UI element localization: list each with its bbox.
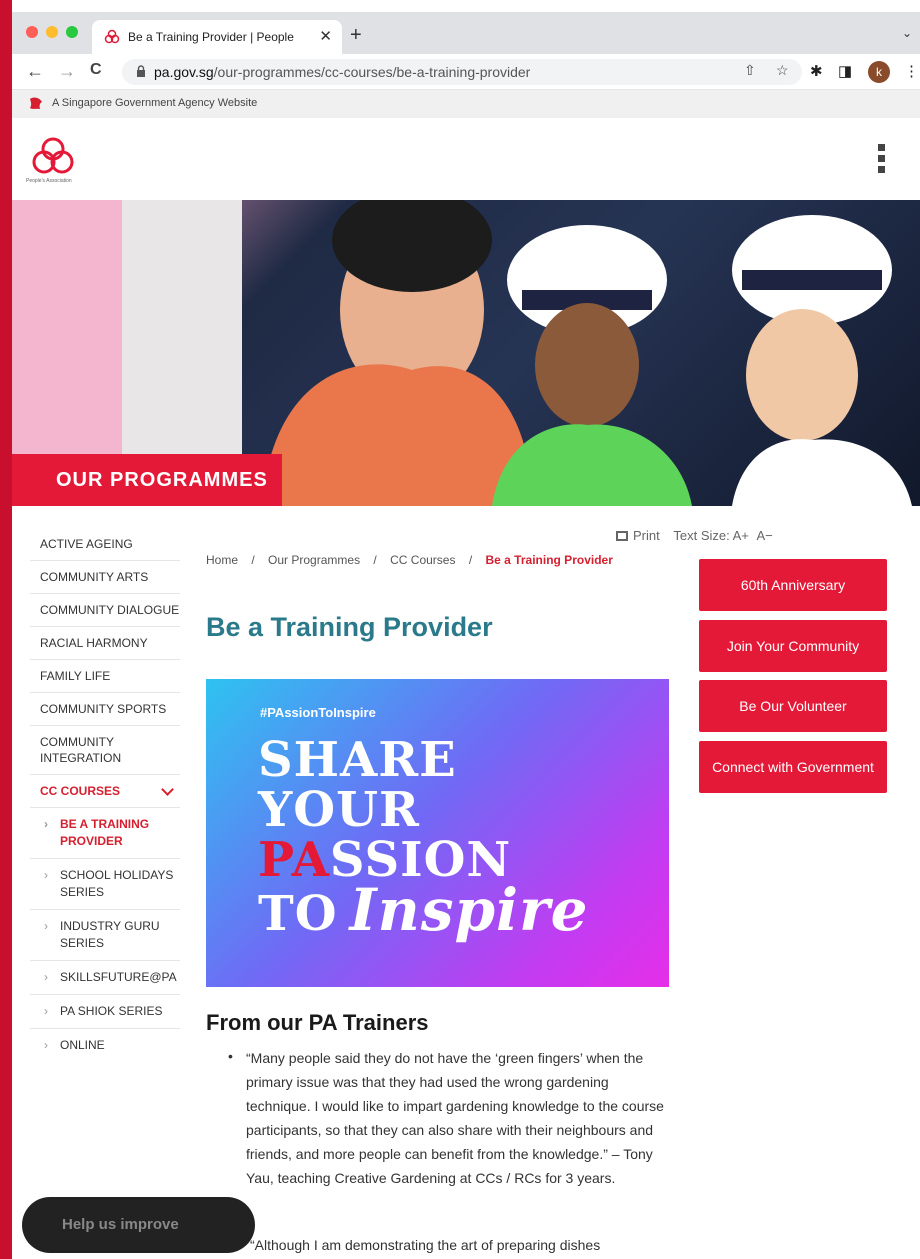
forward-button[interactable]: → bbox=[58, 61, 76, 82]
chevron-right-icon: › bbox=[44, 919, 48, 933]
breadcrumb: Home / Our Programmes / CC Courses / Be … bbox=[206, 553, 613, 567]
be-our-volunteer-button[interactable]: Be Our Volunteer bbox=[699, 680, 887, 732]
section-title: From our PA Trainers bbox=[206, 1010, 429, 1035]
breadcrumb-cc-courses[interactable]: CC Courses bbox=[390, 553, 455, 567]
new-tab-button[interactable]: + bbox=[350, 24, 362, 47]
hero-banner-label: OUR PROGRAMMES bbox=[12, 454, 282, 506]
singapore-lion-icon bbox=[30, 97, 42, 109]
kebab-menu-icon[interactable] bbox=[878, 144, 886, 178]
extensions-icon[interactable]: ✱ bbox=[810, 62, 823, 80]
sidebar-item-label: CC COURSES bbox=[40, 784, 121, 798]
promo-to: TO bbox=[258, 886, 338, 942]
help-us-improve-button[interactable]: Help us improve bbox=[22, 1197, 255, 1253]
sidebar-item-family-life[interactable]: FAMILY LIFE bbox=[30, 660, 180, 693]
chevron-right-icon: › bbox=[44, 1004, 48, 1018]
print-icon[interactable] bbox=[616, 531, 628, 541]
url-text: pa.gov.sg/our-programmes/cc-courses/be-a… bbox=[154, 64, 530, 80]
profile-avatar[interactable]: k bbox=[868, 61, 890, 83]
promo-pa-highlight: PA bbox=[258, 832, 330, 888]
sidebar-item-community-sports[interactable]: COMMUNITY SPORTS bbox=[30, 693, 180, 726]
chevron-right-icon: › bbox=[44, 970, 48, 984]
chevron-right-icon: › bbox=[44, 868, 48, 882]
reload-button[interactable]: C bbox=[90, 61, 102, 79]
sidebar-item-community-arts[interactable]: COMMUNITY ARTS bbox=[30, 561, 180, 594]
60th-anniversary-button[interactable]: 60th Anniversary bbox=[699, 559, 887, 611]
site-header: People's Association bbox=[12, 118, 920, 200]
trainer-quote-2: “Although I am demonstrating the art of … bbox=[250, 1237, 601, 1253]
promo-line-share: SHARE bbox=[258, 732, 457, 788]
breadcrumb-separator: / bbox=[373, 553, 377, 567]
chevron-down-icon[interactable] bbox=[161, 783, 174, 796]
print-link[interactable]: Print bbox=[633, 528, 660, 543]
logo-caption: People's Association bbox=[26, 178, 72, 184]
sidebar-subitem-label: BE A TRAINING PROVIDER bbox=[60, 817, 150, 848]
close-window-button[interactable] bbox=[26, 26, 38, 38]
pa-logo-icon[interactable] bbox=[30, 136, 76, 180]
chevron-right-icon: › bbox=[44, 1038, 48, 1052]
tab-close-icon[interactable]: ✕ bbox=[319, 27, 332, 45]
breadcrumb-separator: / bbox=[251, 553, 255, 567]
sidebar-subitem-label: PA SHIOK SERIES bbox=[60, 1004, 163, 1018]
trainer-quote: “Many people said they do not have the ‘… bbox=[246, 1050, 664, 1186]
sidebar-item-community-dialogue[interactable]: COMMUNITY DIALOGUE bbox=[30, 594, 180, 627]
sidebar-subitem-be-a-training-provider[interactable]: › BE A TRAINING PROVIDER bbox=[30, 808, 180, 859]
minimize-window-button[interactable] bbox=[46, 26, 58, 38]
chevron-right-icon: › bbox=[44, 817, 48, 831]
sidebar-subitem-label: INDUSTRY GURU SERIES bbox=[60, 919, 160, 950]
page-title: Be a Training Provider bbox=[206, 612, 493, 642]
gov-banner-text: A Singapore Government Agency Website bbox=[52, 97, 258, 109]
browser-toolbar: ← → C pa.gov.sg/our-programmes/cc-course… bbox=[12, 54, 920, 90]
tab-search-icon[interactable]: ⌄ bbox=[902, 26, 912, 40]
sidebar-subitem-label: SKILLSFUTURE@PA bbox=[60, 970, 177, 984]
text-size-increase-button[interactable]: A+ bbox=[733, 528, 749, 543]
maximize-window-button[interactable] bbox=[66, 26, 78, 38]
text-size-label: Text Size: bbox=[673, 528, 730, 543]
promo-hashtag: #PAssionToInspire bbox=[260, 705, 376, 720]
url-domain: pa.gov.sg bbox=[154, 64, 214, 80]
breadcrumb-home[interactable]: Home bbox=[206, 553, 238, 567]
browser-menu-icon[interactable]: ⋮ bbox=[904, 62, 919, 80]
sidebar-item-active-ageing[interactable]: ACTIVE AGEING bbox=[30, 528, 180, 561]
sidebar-subitem-pa-shiok[interactable]: › PA SHIOK SERIES bbox=[30, 995, 180, 1029]
sidebar-item-cc-courses[interactable]: CC COURSES bbox=[30, 775, 180, 808]
breadcrumb-current: Be a Training Provider bbox=[485, 553, 613, 567]
connect-with-government-button[interactable]: Connect with Government bbox=[699, 741, 887, 793]
tab-title: Be a Training Provider | People bbox=[128, 30, 294, 44]
pa-favicon-icon bbox=[104, 29, 120, 44]
side-panel-icon[interactable]: ◨ bbox=[838, 62, 852, 80]
breadcrumb-separator: / bbox=[468, 553, 473, 567]
lock-icon bbox=[137, 65, 145, 77]
promo-banner: #PAssionToInspire SHARE YOUR PASSION TO I… bbox=[206, 679, 669, 987]
url-path: /our-programmes/cc-courses/be-a-training… bbox=[213, 64, 531, 80]
page-top-border bbox=[0, 0, 920, 10]
back-button[interactable]: ← bbox=[26, 61, 44, 82]
promo-inspire: Inspire bbox=[349, 876, 589, 944]
promo-line-your: YOUR bbox=[258, 782, 420, 838]
page-utilities: Print Text Size: A+ A− bbox=[616, 528, 773, 543]
sidebar-subitem-school-holidays[interactable]: › SCHOOL HOLIDAYS SERIES bbox=[30, 859, 180, 910]
sidebar-subitem-skillsfuture[interactable]: › SKILLSFUTURE@PA bbox=[30, 961, 180, 995]
browser-tab[interactable]: Be a Training Provider | People ✕ bbox=[92, 20, 342, 54]
breadcrumb-our-programmes[interactable]: Our Programmes bbox=[268, 553, 360, 567]
bookmark-star-icon[interactable]: ☆ bbox=[776, 62, 789, 79]
list-bullet: • bbox=[228, 1048, 233, 1064]
government-banner: A Singapore Government Agency Website bbox=[12, 90, 920, 118]
address-bar[interactable]: pa.gov.sg/our-programmes/cc-courses/be-a… bbox=[122, 59, 802, 85]
hero-image: OUR PROGRAMMES bbox=[12, 200, 920, 506]
sidebar-item-racial-harmony[interactable]: RACIAL HARMONY bbox=[30, 627, 180, 660]
promo-line-to-inspire: TO Inspire bbox=[258, 881, 589, 942]
sidebar-subitem-industry-guru[interactable]: › INDUSTRY GURU SERIES bbox=[30, 910, 180, 961]
text-size-decrease-button[interactable]: A− bbox=[757, 528, 773, 543]
sidebar-subitem-label: SCHOOL HOLIDAYS SERIES bbox=[60, 868, 174, 899]
sidebar-item-community-integration[interactable]: COMMUNITY INTEGRATION bbox=[30, 726, 180, 775]
join-your-community-button[interactable]: Join Your Community bbox=[699, 620, 887, 672]
browser-tab-bar: Be a Training Provider | People ✕ + ⌄ bbox=[12, 12, 920, 54]
sidebar-subitem-label: ONLINE bbox=[60, 1038, 105, 1052]
sidebar-nav: ACTIVE AGEING COMMUNITY ARTS COMMUNITY D… bbox=[30, 528, 180, 1062]
sidebar-subitem-online[interactable]: › ONLINE bbox=[30, 1029, 180, 1062]
left-red-frame bbox=[0, 0, 12, 1259]
share-icon[interactable]: ⇧ bbox=[744, 62, 756, 79]
